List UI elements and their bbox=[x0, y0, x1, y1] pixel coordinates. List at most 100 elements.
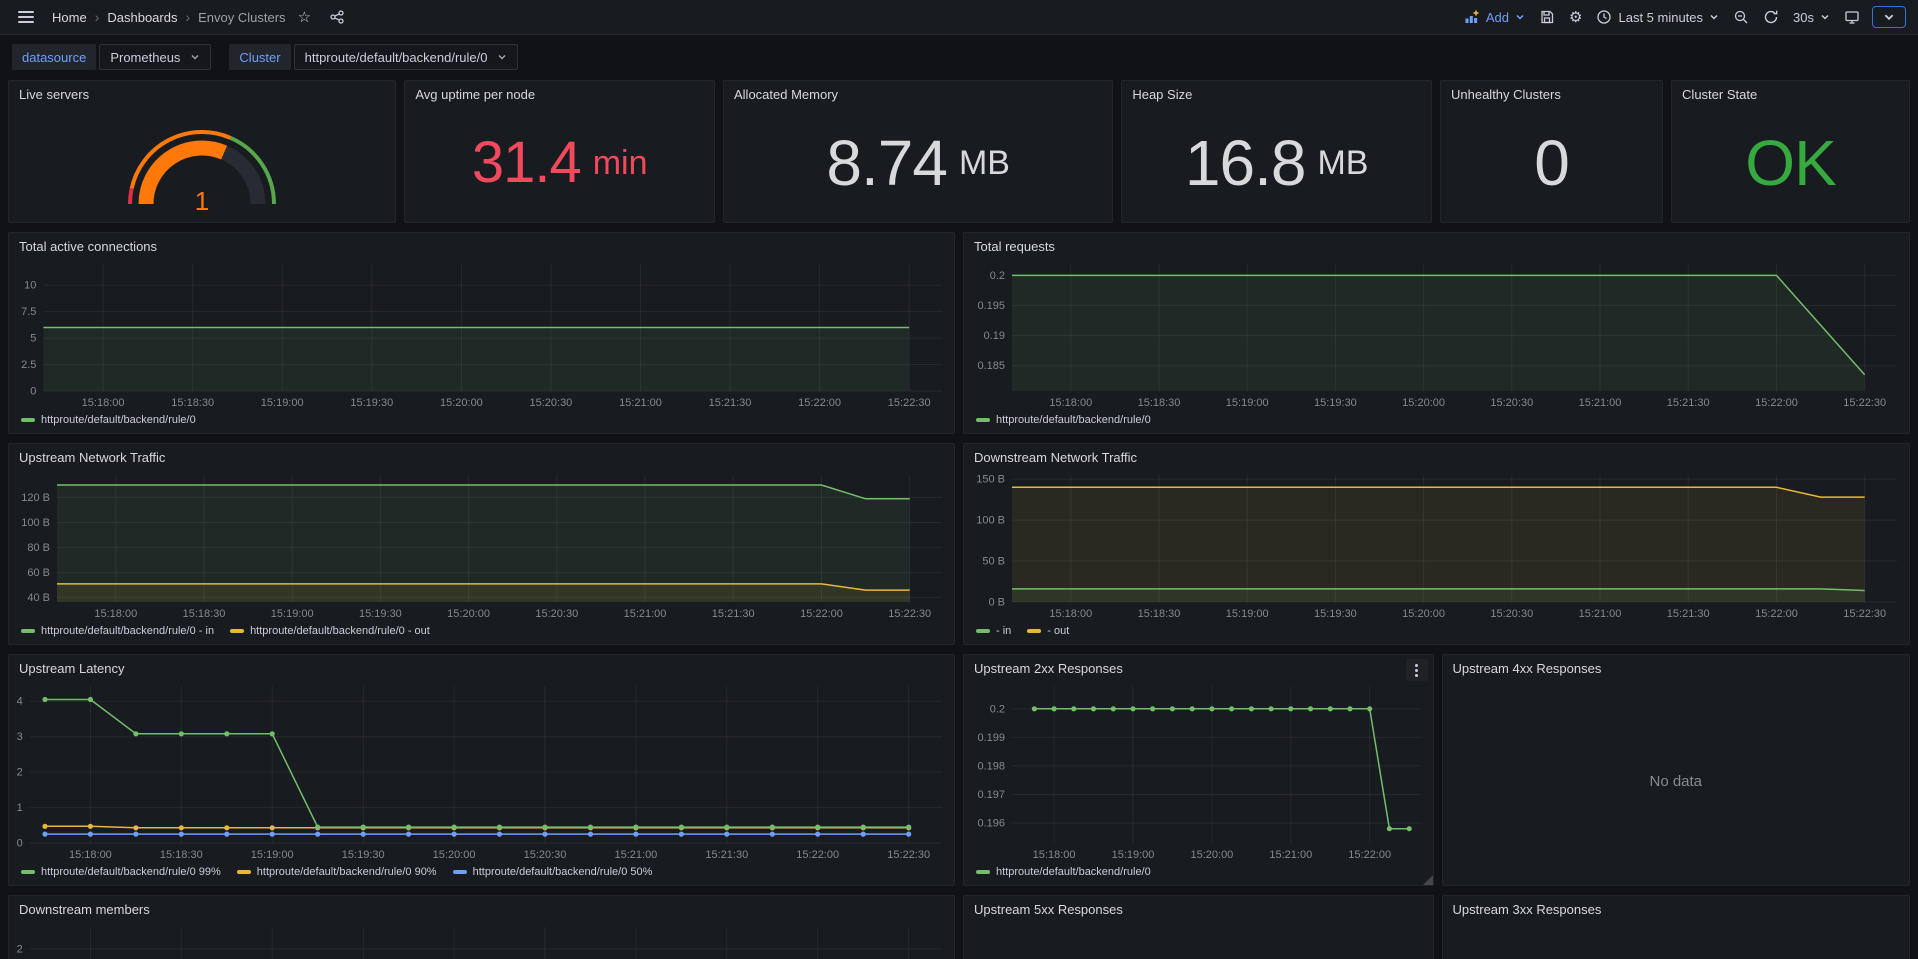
svg-text:15:21:00: 15:21:00 bbox=[1579, 397, 1622, 409]
panel-title[interactable]: Upstream 5xx Responses bbox=[964, 896, 1433, 919]
add-panel-button[interactable]: Add bbox=[1458, 6, 1531, 28]
variable-cluster-label[interactable]: Cluster bbox=[229, 44, 290, 70]
panel-title[interactable]: Upstream 2xx Responses bbox=[964, 655, 1433, 678]
svg-text:7.5: 7.5 bbox=[21, 306, 36, 318]
svg-text:15:18:00: 15:18:00 bbox=[82, 397, 125, 409]
panel-title[interactable]: Total active connections bbox=[9, 233, 954, 256]
panel-title[interactable]: Upstream 4xx Responses bbox=[1443, 655, 1909, 678]
time-range-picker[interactable]: Last 5 minutes bbox=[1590, 6, 1725, 28]
svg-text:0.195: 0.195 bbox=[977, 300, 1005, 312]
legend-item[interactable]: httproute/default/backend/rule/0 bbox=[976, 866, 1151, 878]
panel-title[interactable]: Upstream 3xx Responses bbox=[1443, 896, 1909, 919]
svg-text:15:22:00: 15:22:00 bbox=[796, 849, 839, 861]
hamburger-menu-button[interactable] bbox=[12, 5, 40, 29]
timeseries-chart[interactable]: 15:18:0015:18:3015:19:0015:19:3015:20:00… bbox=[9, 919, 954, 959]
connections-row: Total active connections 15:18:0015:18:3… bbox=[8, 232, 1910, 434]
timeseries-chart[interactable]: 15:18:0015:18:3015:19:0015:19:3015:20:00… bbox=[9, 467, 954, 622]
panel-title[interactable]: Upstream Network Traffic bbox=[9, 444, 954, 467]
svg-text:15:19:00: 15:19:00 bbox=[271, 608, 314, 620]
panel-title[interactable]: Upstream Latency bbox=[9, 655, 954, 678]
legend-item[interactable]: httproute/default/backend/rule/0 bbox=[21, 414, 196, 426]
legend-item[interactable]: httproute/default/backend/rule/0 bbox=[976, 414, 1151, 426]
no-data-message: No data bbox=[1443, 678, 1909, 885]
svg-text:80 B: 80 B bbox=[27, 542, 50, 554]
favorite-button[interactable]: ☆ bbox=[292, 7, 317, 28]
breadcrumb-dashboards[interactable]: Dashboards bbox=[107, 10, 177, 25]
chart-legend: httproute/default/backend/rule/0 bbox=[9, 411, 954, 433]
legend-item[interactable]: httproute/default/backend/rule/0 50% bbox=[453, 866, 653, 878]
svg-text:15:18:00: 15:18:00 bbox=[1049, 608, 1092, 620]
svg-text:0.197: 0.197 bbox=[977, 789, 1005, 801]
panel-title[interactable]: Allocated Memory bbox=[724, 81, 1112, 104]
panel-live-servers: Live servers 1 bbox=[8, 80, 396, 223]
panel-title[interactable]: Live servers bbox=[9, 81, 395, 104]
legend-item[interactable]: httproute/default/backend/rule/0 90% bbox=[237, 866, 437, 878]
panel-upstream-network-traffic: Upstream Network Traffic 15:18:0015:18:3… bbox=[8, 443, 955, 645]
variable-datasource-label[interactable]: datasource bbox=[12, 44, 96, 70]
legend-item[interactable]: httproute/default/backend/rule/0 - out bbox=[230, 625, 430, 637]
svg-text:15:19:30: 15:19:30 bbox=[1314, 608, 1357, 620]
variable-datasource-select[interactable]: Prometheus bbox=[99, 44, 211, 70]
panel-resize-handle[interactable] bbox=[1423, 875, 1433, 885]
stat-value: 31.4 bbox=[472, 134, 581, 192]
timeseries-chart[interactable]: 15:18:0015:18:3015:19:0015:19:3015:20:00… bbox=[9, 256, 954, 411]
kebab-icon bbox=[1415, 664, 1418, 667]
tv-mode-button[interactable] bbox=[1838, 6, 1866, 28]
svg-text:15:19:30: 15:19:30 bbox=[350, 397, 393, 409]
panel-body bbox=[964, 919, 1433, 959]
svg-text:15:19:00: 15:19:00 bbox=[251, 849, 294, 861]
stat-body: 8.74 MB bbox=[724, 104, 1112, 222]
svg-text:15:22:00: 15:22:00 bbox=[1755, 608, 1798, 620]
stat-body: 0 bbox=[1441, 104, 1662, 222]
panel-upstream-4xx-responses: Upstream 4xx Responses No data bbox=[1442, 654, 1910, 886]
chart-legend: httproute/default/backend/rule/0 bbox=[964, 863, 1433, 885]
refresh-button[interactable] bbox=[1757, 6, 1785, 28]
panel-title[interactable]: Heap Size bbox=[1122, 81, 1431, 104]
legend-item[interactable]: httproute/default/backend/rule/0 - in bbox=[21, 625, 214, 637]
panel-title[interactable]: Avg uptime per node bbox=[405, 81, 714, 104]
svg-text:15:18:30: 15:18:30 bbox=[1138, 608, 1181, 620]
svg-text:0.2: 0.2 bbox=[990, 270, 1005, 282]
panel-title[interactable]: Total requests bbox=[964, 233, 1909, 256]
panel-title[interactable]: Cluster State bbox=[1672, 81, 1909, 104]
toolbar-collapse-button[interactable] bbox=[1872, 6, 1906, 28]
breadcrumb-home[interactable]: Home bbox=[52, 10, 87, 25]
stat-unit: MB bbox=[959, 146, 1010, 180]
panel-upstream-3xx-responses: Upstream 3xx Responses bbox=[1442, 895, 1910, 959]
grafana-app: Home › Dashboards › Envoy Clusters ☆ Add… bbox=[0, 0, 1918, 959]
legend-item[interactable]: - out bbox=[1027, 625, 1069, 637]
svg-text:15:22:30: 15:22:30 bbox=[1843, 397, 1886, 409]
svg-text:15:18:30: 15:18:30 bbox=[160, 849, 203, 861]
legend-series-label: - in bbox=[996, 625, 1011, 637]
timeseries-chart[interactable]: 15:18:0015:18:3015:19:0015:19:3015:20:00… bbox=[964, 467, 1909, 622]
dashboard-settings-button[interactable]: ⚙ bbox=[1563, 7, 1588, 28]
panel-title[interactable]: Downstream Network Traffic bbox=[964, 444, 1909, 467]
svg-text:15:21:00: 15:21:00 bbox=[1579, 608, 1622, 620]
save-dashboard-button[interactable] bbox=[1533, 6, 1561, 28]
share-button[interactable] bbox=[323, 6, 351, 28]
legend-item[interactable]: - in bbox=[976, 625, 1011, 637]
legend-series-label: httproute/default/backend/rule/0 90% bbox=[257, 866, 437, 878]
panel-title[interactable]: Downstream members bbox=[9, 896, 954, 919]
legend-series-label: httproute/default/backend/rule/0 bbox=[996, 414, 1151, 426]
gauge-arc: 1 bbox=[117, 107, 287, 219]
svg-text:150 B: 150 B bbox=[976, 474, 1005, 486]
legend-item[interactable]: httproute/default/backend/rule/0 99% bbox=[21, 866, 221, 878]
svg-text:15:22:30: 15:22:30 bbox=[888, 608, 931, 620]
navbar: Home › Dashboards › Envoy Clusters ☆ Add… bbox=[0, 0, 1918, 35]
zoom-out-time-button[interactable] bbox=[1727, 6, 1755, 28]
legend-series-label: httproute/default/backend/rule/0 50% bbox=[473, 866, 653, 878]
timeseries-chart[interactable]: 15:18:0015:19:0015:20:0015:21:0015:22:00… bbox=[964, 678, 1433, 863]
variable-cluster: Cluster httproute/default/backend/rule/0 bbox=[229, 44, 518, 70]
svg-text:1: 1 bbox=[17, 802, 23, 814]
panel-downstream-network-traffic: Downstream Network Traffic 15:18:00 15:18… bbox=[963, 443, 1910, 645]
timeseries-chart[interactable]: 15:18:0015:18:3015:19:0015:19:3015:20:00… bbox=[964, 256, 1909, 411]
breadcrumb-current-dashboard[interactable]: Envoy Clusters bbox=[198, 10, 285, 25]
refresh-interval-picker[interactable]: 30s bbox=[1787, 7, 1836, 28]
panel-title[interactable]: Unhealthy Clusters bbox=[1441, 81, 1662, 104]
legend-series-label: httproute/default/backend/rule/0 - out bbox=[250, 625, 430, 637]
refresh-icon bbox=[1763, 9, 1779, 25]
panel-upstream-2xx-responses: Upstream 2xx Responses 15:18:0015:19:001… bbox=[963, 654, 1434, 886]
variable-cluster-select[interactable]: httproute/default/backend/rule/0 bbox=[294, 44, 519, 70]
timeseries-chart[interactable]: 15:18:0015:18:3015:19:0015:19:3015:20:00… bbox=[9, 678, 954, 863]
